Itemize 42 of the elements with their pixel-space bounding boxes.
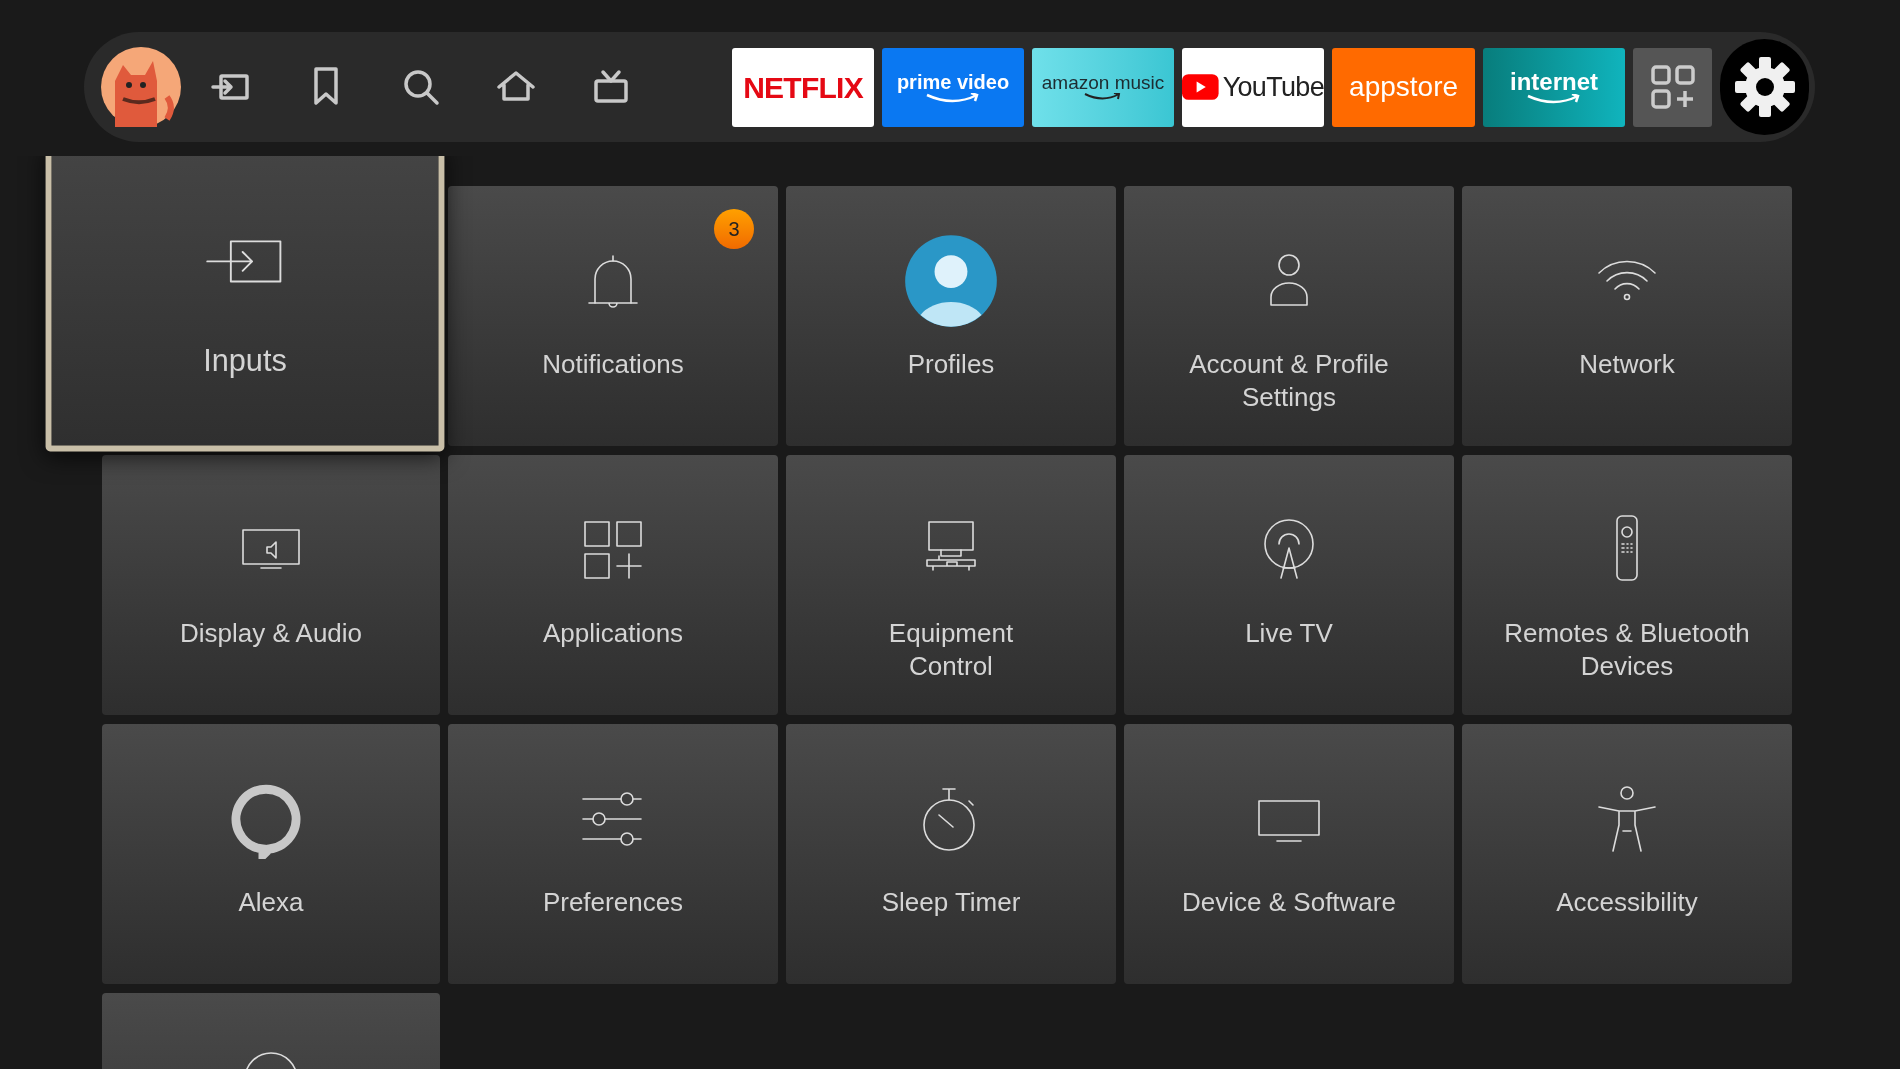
settings-tile[interactable]: Alexa (102, 724, 440, 984)
settings-tile[interactable]: Notifications 3 (448, 186, 778, 446)
cat-avatar-icon[interactable] (101, 47, 181, 127)
settings-tile[interactable]: Inputs (45, 156, 445, 452)
amazon-music-tile[interactable]: amazon music (1032, 47, 1175, 127)
notification-count-badge: 3 (714, 209, 754, 249)
tile-label: Network (1579, 348, 1675, 381)
tile-label: Alexa (238, 886, 304, 919)
tile-label: Accessibility (1556, 886, 1698, 919)
tile-label: Applications (542, 617, 684, 650)
profile-avatar-icon (904, 234, 998, 328)
tile-label: Notifications (542, 348, 684, 381)
apps-button[interactable] (1633, 47, 1713, 127)
settings-button[interactable] (1720, 39, 1809, 135)
settings-tile[interactable]: Live TV (1124, 455, 1454, 715)
settings-tile[interactable]: Network (1462, 186, 1792, 446)
tile-label: Equipment Control (888, 617, 1014, 683)
tile-label: Preferences (542, 886, 684, 919)
settings-tile[interactable]: Equipment Control (786, 455, 1116, 715)
tile-label: Device & Software (1182, 886, 1396, 919)
apps-plus-icon (1650, 65, 1695, 109)
settings-tile[interactable]: Sleep Timer (786, 724, 1116, 984)
play-icon (1182, 73, 1219, 101)
youtube-tile[interactable]: YouTube (1182, 47, 1325, 127)
settings-tile[interactable]: Preferences (448, 724, 778, 984)
prime-video-tile[interactable]: prime video (882, 47, 1025, 127)
tile-label: Display & Audio (179, 617, 363, 650)
settings-tile[interactable]: Remotes & Bluetooth Devices (1462, 455, 1792, 715)
settings-tile[interactable]: Display & Audio (102, 455, 440, 715)
settings-tile[interactable]: Account & Profile Settings (1124, 186, 1454, 446)
netflix-tile[interactable]: NETFLIX (732, 47, 875, 127)
tile-label: Account & Profile Settings (1188, 348, 1390, 414)
tile-label: Sleep Timer (881, 886, 1021, 919)
tile-label: Inputs (203, 341, 287, 381)
tile-label: Remotes & Bluetooth Devices (1503, 617, 1751, 683)
tile-label: Live TV (1245, 617, 1333, 650)
settings-tile[interactable]: Profiles (786, 186, 1116, 446)
settings-tile[interactable]: Accessibility (1462, 724, 1792, 984)
gear-icon (1732, 55, 1797, 119)
settings-tile[interactable]: Device & Software (1124, 724, 1454, 984)
settings-tile[interactable]: Applications (448, 455, 778, 715)
tile-label: Profiles (907, 348, 995, 381)
